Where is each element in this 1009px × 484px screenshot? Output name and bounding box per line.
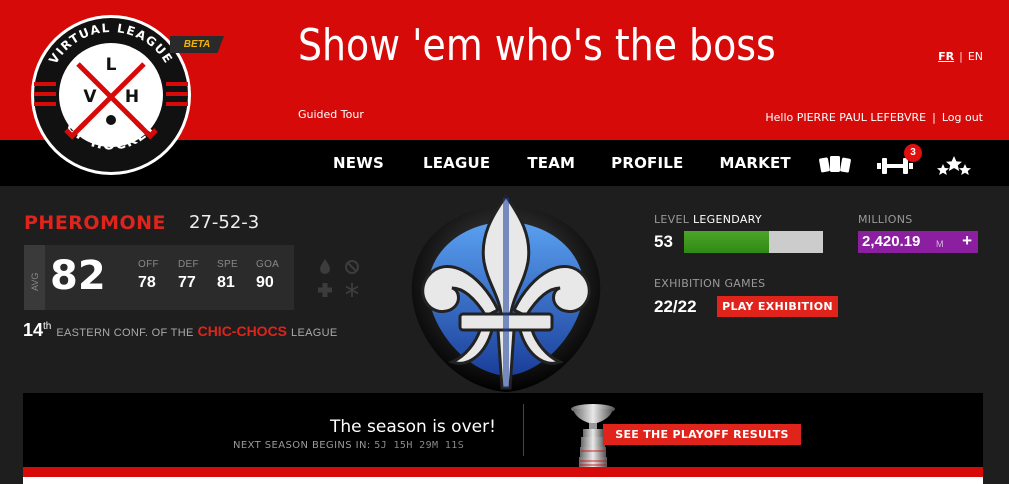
season-title: The season is over! xyxy=(330,417,496,437)
level-label: LEVEL LEGENDARY xyxy=(654,213,762,226)
stat-value: 78 xyxy=(138,274,156,291)
stat-spe: SPE 81 xyxy=(217,259,257,292)
exhibition-label: EXHIBITION GAMES xyxy=(654,277,766,290)
logo-letter-v: V xyxy=(83,87,97,107)
stat-label: DEF xyxy=(178,259,199,270)
cards-icon[interactable] xyxy=(818,154,852,176)
logo-letter-l: L xyxy=(106,55,117,75)
training-badge: 3 xyxy=(904,144,922,162)
exhibition-count: 22/22 xyxy=(654,297,697,316)
logout-link[interactable]: Log out xyxy=(942,111,983,124)
team-rank: 14 th EASTERN CONF. OF THE CHIC-CHOCS LE… xyxy=(23,320,337,341)
level-name: LEGENDARY xyxy=(692,213,762,226)
medical-cross-icon xyxy=(318,283,332,297)
language-switcher: FR | EN xyxy=(938,50,983,63)
content-start xyxy=(23,477,983,484)
league-suffix: LEAGUE xyxy=(291,327,338,339)
level-progress-bar xyxy=(684,231,823,253)
season-countdown: 5J 15H 29M 11S xyxy=(374,440,465,451)
level-progress-fill xyxy=(684,231,769,253)
nav-links: NEWS LEAGUE TEAM PROFILE MARKET xyxy=(333,140,791,186)
site-logo[interactable]: VIRTUAL LEAGUE OF HOCKEY L V H xyxy=(28,12,194,178)
next-season-label: NEXT SEASON BEGINS IN: xyxy=(233,440,371,451)
user-greeting: Hello PIERRE PAUL LEFEBVRE xyxy=(765,111,927,124)
stat-label: SPE xyxy=(217,259,238,270)
season-banner xyxy=(23,393,983,467)
banner-red-line xyxy=(23,467,983,477)
rank-suffix: th xyxy=(43,321,52,332)
play-exhibition-button[interactable]: PLAY EXHIBITION xyxy=(717,296,838,317)
level-label-text: LEVEL xyxy=(654,213,690,226)
user-line: Hello PIERRE PAUL LEFEBVRE | Log out xyxy=(765,111,983,124)
lang-separator: | xyxy=(959,50,963,63)
nav-news[interactable]: NEWS xyxy=(333,154,384,172)
lang-en-link[interactable]: EN xyxy=(968,50,983,63)
beta-badge: BETA xyxy=(170,36,224,53)
ban-icon xyxy=(345,260,359,274)
stat-value: 81 xyxy=(217,274,235,291)
team-record: 27-52-3 xyxy=(189,212,260,233)
guided-tour-link[interactable]: Guided Tour xyxy=(298,108,364,121)
playoff-results-button[interactable]: SEE THE PLAYOFF RESULTS xyxy=(603,424,801,445)
team-rating-box: AVG 82 OFF 78 DEF 77 SPE 81 GOA 90 xyxy=(24,245,294,310)
team-name[interactable]: PHEROMONE xyxy=(24,212,166,234)
nav-profile[interactable]: PROFILE xyxy=(611,154,683,172)
millions-box: 2,420.19 M + xyxy=(858,231,978,253)
lang-fr-link[interactable]: FR xyxy=(938,50,954,63)
rank-number: 14 xyxy=(23,320,44,340)
stat-goa: GOA 90 xyxy=(256,259,296,292)
stars-icon[interactable] xyxy=(936,154,972,176)
stat-def: DEF 77 xyxy=(178,259,218,292)
level-value: 53 xyxy=(654,232,673,251)
avg-label: AVG xyxy=(30,272,40,291)
millions-unit: M xyxy=(936,239,944,249)
stat-off: OFF 78 xyxy=(138,259,178,292)
nav-league[interactable]: LEAGUE xyxy=(423,154,490,172)
stat-value: 77 xyxy=(178,274,196,291)
add-millions-button[interactable]: + xyxy=(962,231,972,251)
stat-label: GOA xyxy=(256,259,280,270)
banner-divider xyxy=(523,404,524,456)
team-logo xyxy=(411,193,601,392)
logo-letter-h: H xyxy=(125,87,139,107)
next-season-line: NEXT SEASON BEGINS IN: 5J 15H 29M 11S xyxy=(233,440,464,451)
stat-value: 90 xyxy=(256,274,274,291)
user-separator: | xyxy=(932,111,936,124)
millions-value: 2,420.19 xyxy=(862,233,921,250)
snowflake-icon xyxy=(345,283,359,297)
stat-label: OFF xyxy=(138,259,159,270)
league-name-link[interactable]: CHIC-CHOCS xyxy=(198,323,287,339)
rank-text: EASTERN CONF. OF THE xyxy=(56,327,194,339)
nav-market[interactable]: MARKET xyxy=(719,154,790,172)
nav-team[interactable]: TEAM xyxy=(527,154,575,172)
slogan: Show 'em who's the boss xyxy=(298,20,776,71)
avg-strip: AVG xyxy=(24,245,45,310)
drop-icon xyxy=(320,259,330,274)
avg-value: 82 xyxy=(50,253,106,299)
millions-label: MILLIONS xyxy=(858,213,913,226)
